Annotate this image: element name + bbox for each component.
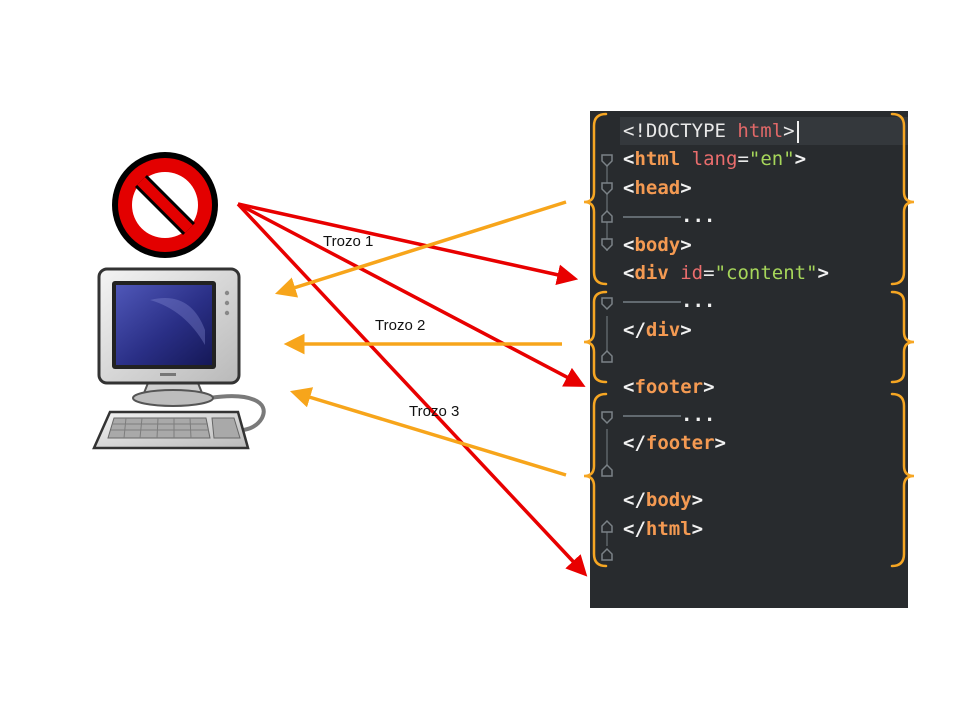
code-token: > [794,148,807,171]
code-token: ... [681,290,716,313]
request-arrows [236,202,588,577]
fold-markers [601,154,613,561]
code-line: <div id="content"> [623,259,829,287]
code-token: div [645,318,681,341]
code-token: "content" [714,262,818,284]
code-token: div [634,262,669,284]
code-token: <!DOCTYPE [623,120,738,142]
code-token: > [714,432,726,455]
code-line: <html lang="en"> [623,145,806,173]
code-token: < [623,176,635,199]
code-token: = [737,148,749,171]
code-token: head [634,176,681,199]
code-line: ... [623,202,715,230]
code-token: html [645,517,692,540]
code-token: footer [645,432,715,455]
code-token: > [691,517,704,540]
code-token: </ [623,432,646,455]
request-arrow-2 [237,202,586,387]
code-token: body [645,489,692,512]
code-line: <body> [623,231,692,259]
code-token: > [691,489,704,512]
code-token: > [817,262,829,284]
code-token: html [634,148,681,171]
code-line: </html> [623,515,703,543]
code-token: < [623,233,635,256]
code-token: < [623,375,635,398]
code-token: < [623,148,635,171]
code-line: </div> [623,316,692,344]
indent-guide-icon [623,300,681,303]
indent-guide-icon [623,215,681,218]
code-line: <footer> [623,373,715,401]
request-arrow-3 [236,202,588,577]
code-line: ... [623,401,715,429]
code-token: ... [681,404,716,426]
code-token: id [680,262,704,284]
code-token: > [680,233,692,256]
code-token: lang [691,148,738,171]
fold-gutter [601,154,613,561]
indent-guide-icon [623,414,681,417]
code-token: </ [623,489,646,512]
no-entry-sign-icon [112,152,218,258]
code-editor-panel: <!DOCTYPE html> <html lang="en"> <head>...… [590,111,908,608]
chunk-label-2: Trozo 2 [375,317,426,334]
code-token: ... [681,205,716,228]
code-token: > [703,375,715,398]
code-token: body [634,233,681,256]
code-token: </ [623,318,646,341]
chunk-label-1: Trozo 1 [323,233,374,250]
code-token: html [737,120,784,142]
code-token: footer [634,375,704,398]
code-token: </ [623,517,646,540]
code-token: > [680,176,692,199]
chunk-label-3: Trozo 3 [409,403,460,420]
code-line: </footer> [623,429,726,457]
desktop-computer-icon [92,267,266,450]
code-token: > [783,120,795,142]
code-line: </body> [623,486,703,514]
text-caret [796,120,799,143]
code-token: "en" [748,148,795,171]
code-line: <!DOCTYPE html> [623,117,799,145]
code-line: <head> [623,174,692,202]
code-token: > [680,318,692,341]
code-token: < [623,262,635,284]
code-token: = [703,262,715,284]
code-line: ... [623,287,715,315]
